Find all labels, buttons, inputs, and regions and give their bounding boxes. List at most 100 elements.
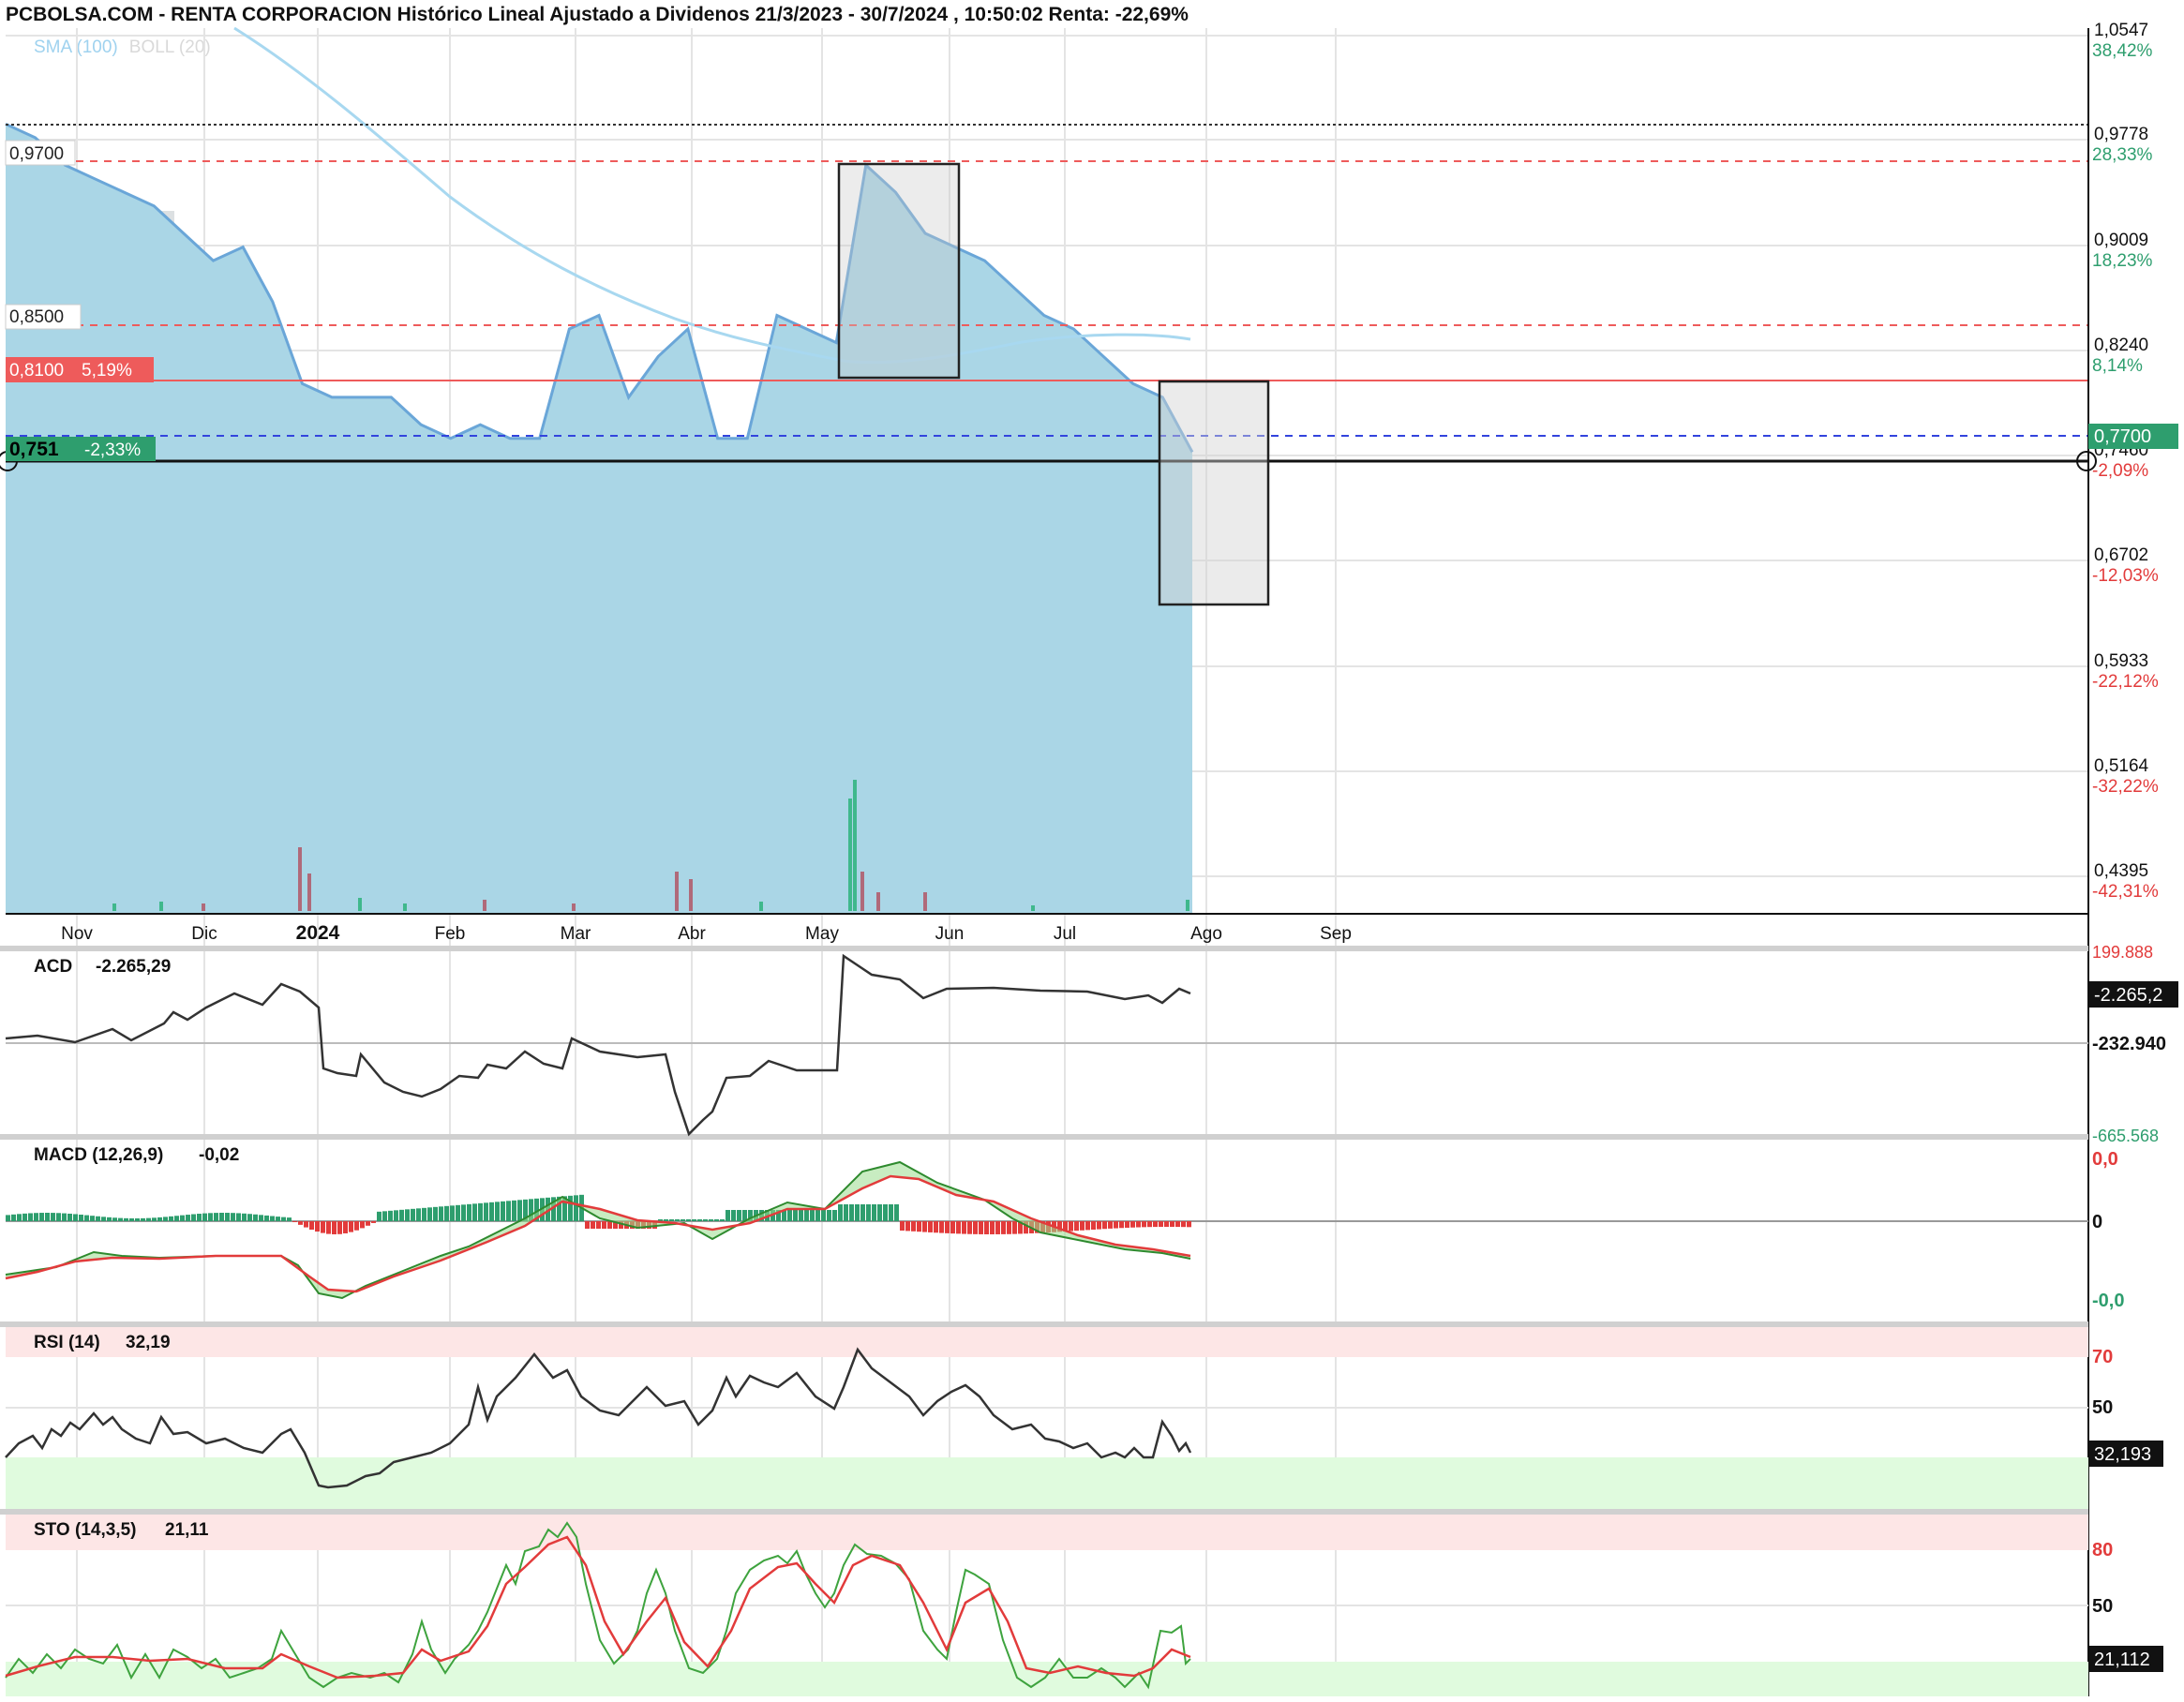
rsi-value: 32,19: [126, 1333, 171, 1352]
macd-hist-bar: [107, 1217, 112, 1221]
macd-hist-bar: [1102, 1221, 1107, 1230]
volume-bar: [358, 898, 362, 911]
price-axis-label: 0,4395: [2094, 861, 2148, 881]
macd-hist-bar: [1080, 1221, 1085, 1231]
macd-hist-bar: [810, 1210, 815, 1221]
macd-hist-bar: [96, 1216, 100, 1221]
macd-hist-bar: [697, 1219, 702, 1221]
macd-hist-bar: [844, 1204, 848, 1221]
macd-hist-bar: [939, 1221, 944, 1233]
macd-hist-bar: [602, 1221, 606, 1229]
macd-zero: 0: [2092, 1212, 2102, 1232]
macd-hist-bar: [714, 1219, 719, 1221]
price-axis: 1,054738,42% 0,977828,33% 0,900918,23% 0,82…: [2092, 21, 2159, 902]
volume-bar: [759, 902, 763, 911]
acd-label: ACD: [34, 957, 72, 977]
macd-hist-bar: [1074, 1221, 1079, 1232]
macd-hist-bar: [1097, 1221, 1101, 1230]
macd-hist-bar: [585, 1221, 590, 1229]
macd-hist-bar: [112, 1217, 117, 1221]
month-label: Sep: [1320, 924, 1352, 944]
macd-hist-bar: [883, 1204, 888, 1221]
macd-hist-bar: [726, 1210, 730, 1221]
macd-hist-bar: [1181, 1221, 1186, 1228]
macd-hist-bar: [169, 1216, 173, 1221]
macd-hist-bar: [917, 1221, 921, 1232]
macd-hist-bar: [1164, 1221, 1169, 1228]
acd-value: -2.265,29: [96, 957, 171, 977]
macd-hist-bar: [73, 1214, 78, 1221]
price-axis-label: 0,5933: [2094, 651, 2148, 671]
macd-hist-bar: [720, 1219, 725, 1221]
macd-hist-bar: [495, 1202, 500, 1221]
macd-hist-bar: [928, 1221, 933, 1232]
month-label: Mar: [561, 924, 591, 944]
macd-hist-bar: [264, 1215, 269, 1221]
macd-hist-bar: [79, 1214, 83, 1221]
tag-081-text: 0,8100: [9, 361, 64, 381]
month-label: Jul: [1054, 924, 1076, 944]
macd-hist-bar: [208, 1213, 213, 1221]
tag-097-text: 0,9700: [9, 144, 64, 164]
macd-hist-bar: [877, 1204, 882, 1221]
macd-hist-bar: [1001, 1221, 1006, 1234]
macd-hist-bar: [478, 1202, 483, 1221]
macd-hist-bar: [450, 1205, 455, 1221]
macd-hist-bar: [427, 1207, 432, 1221]
macd-hist-bar: [90, 1216, 95, 1221]
macd-hist-bar: [1007, 1221, 1011, 1234]
sma-line: [233, 26, 1191, 365]
current-price-tag: 0,7700: [2088, 424, 2178, 449]
macd-hist-bar: [101, 1217, 106, 1221]
macd-hist-bar: [911, 1221, 916, 1232]
macd-hist-bar: [298, 1221, 303, 1225]
tag-cursor-text: 0,751: [9, 439, 59, 460]
tag-085: 0,8500: [5, 304, 82, 330]
macd-hist-bar: [591, 1221, 595, 1229]
macd-hist-bar: [709, 1219, 713, 1221]
macd-hist-bar: [1170, 1221, 1174, 1228]
macd-hist-bar: [56, 1213, 61, 1221]
macd-hist-bar: [214, 1213, 218, 1221]
price-axis-pct: -22,12%: [2092, 672, 2159, 692]
sto-level-50: 50: [2092, 1596, 2113, 1617]
macd-hist-bar: [51, 1213, 55, 1221]
macd-hist-bar: [574, 1195, 578, 1221]
volume-bar: [202, 903, 205, 911]
macd-hist-bar: [827, 1210, 831, 1221]
volume-bar: [307, 873, 311, 911]
macd-hist-bar: [321, 1221, 325, 1233]
macd-hist-bar: [461, 1204, 466, 1221]
macd-hist-bar: [607, 1221, 612, 1229]
tag-097: 0,9700: [5, 140, 76, 166]
macd-hist-bar: [506, 1201, 511, 1221]
macd-hist-bar: [354, 1221, 359, 1231]
macd-hist-bar: [849, 1204, 854, 1221]
macd-hist-bar: [894, 1204, 899, 1221]
macd-hist-bar: [973, 1221, 978, 1234]
stock-chart[interactable]: 0,9700 0,8500 0,8100 5,19% 0,751 -2,33% …: [0, 0, 2184, 1702]
macd-hist-bar: [315, 1221, 320, 1232]
macd-hist-bar: [793, 1210, 798, 1221]
macd-hist-bar: [11, 1214, 16, 1221]
volume-bar: [1031, 905, 1035, 911]
price-axis-label: 0,5164: [2094, 756, 2149, 776]
tag-085-text: 0,8500: [9, 307, 64, 327]
macd-hist-bar: [405, 1209, 410, 1221]
macd-hist-bar: [905, 1221, 910, 1232]
macd-hist-bar: [242, 1213, 247, 1221]
price-axis-pct: -42,31%: [2092, 882, 2159, 902]
price-axis-pct: -2,09%: [2092, 461, 2148, 481]
macd-hist-bar: [309, 1221, 314, 1230]
macd-label: MACD (12,26,9): [34, 1145, 163, 1165]
macd-hist-bar: [343, 1221, 348, 1233]
price-area: [6, 124, 1192, 915]
rsi-level-70: 70: [2092, 1347, 2113, 1367]
macd-hist-bar: [995, 1221, 1000, 1234]
macd-hist-bar: [1069, 1221, 1073, 1232]
price-axis-label: 0,9009: [2094, 231, 2148, 250]
acd-line: [5, 953, 1191, 1137]
macd-hist-bar: [1130, 1221, 1135, 1228]
macd-hist-bar: [382, 1211, 387, 1221]
macd-hist-bar: [259, 1215, 263, 1221]
